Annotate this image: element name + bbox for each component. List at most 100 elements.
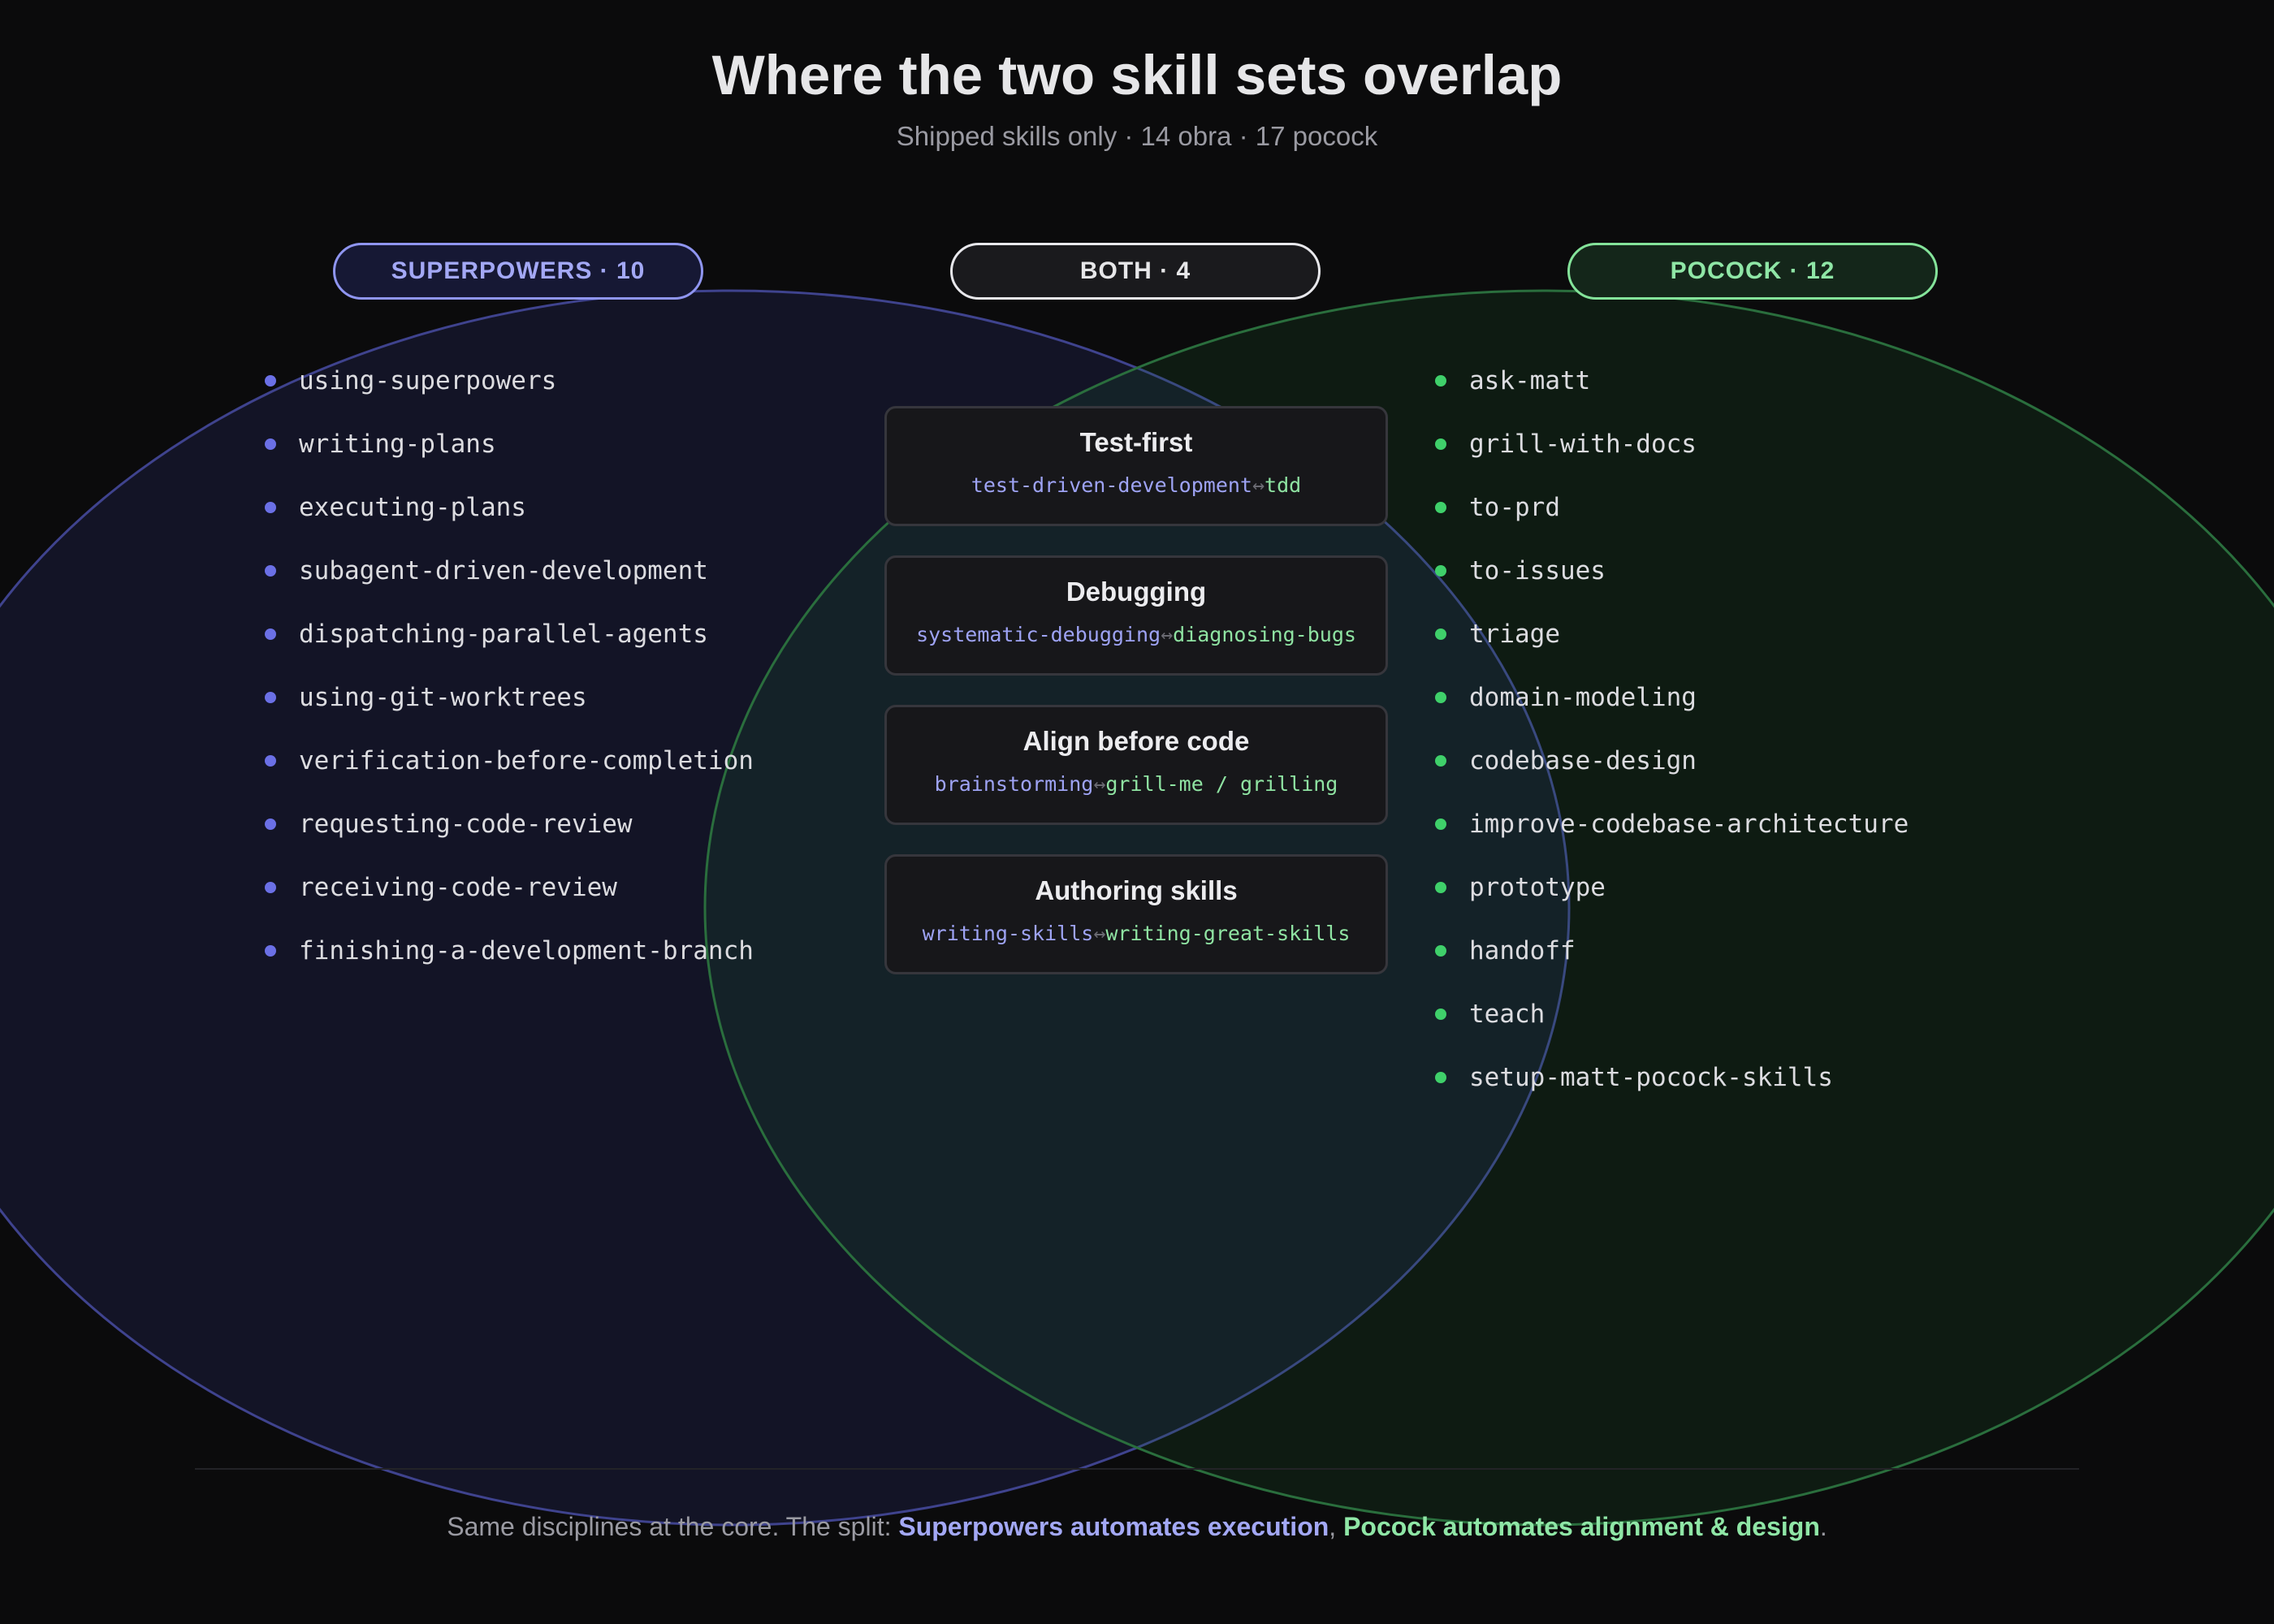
skill-item: teach bbox=[1435, 998, 1545, 1030]
skill-name: to-prd bbox=[1469, 493, 1560, 522]
bullet-icon bbox=[265, 882, 276, 893]
skill-pair: systematic-debugging↔diagnosing-bugs bbox=[887, 621, 1386, 649]
skill-item: domain-modeling bbox=[1435, 681, 1697, 714]
skill-name: subagent-driven-development bbox=[299, 556, 708, 585]
footer-separator: , bbox=[1329, 1512, 1344, 1541]
skill-name: executing-plans bbox=[299, 493, 526, 522]
skill-item: executing-plans bbox=[265, 491, 526, 524]
overlap-card: Align before code brainstorming↔grill-me … bbox=[884, 705, 1388, 825]
skill-name: to-issues bbox=[1469, 556, 1606, 585]
skill-name: codebase-design bbox=[1469, 746, 1697, 775]
overlap-card: Test-first test-driven-development↔tdd bbox=[884, 406, 1388, 526]
skill-item: writing-plans bbox=[265, 428, 496, 460]
bullet-icon bbox=[1435, 818, 1446, 830]
footer-divider bbox=[195, 1468, 2079, 1470]
skill-name: using-superpowers bbox=[299, 366, 557, 395]
skill-item: codebase-design bbox=[1435, 745, 1697, 777]
skill-item: using-git-worktrees bbox=[265, 681, 587, 714]
superpowers-skill-name: brainstorming bbox=[934, 772, 1094, 796]
bullet-icon bbox=[1435, 945, 1446, 957]
skill-name: ask-matt bbox=[1469, 366, 1591, 395]
superpowers-skill-name: test-driven-development bbox=[971, 473, 1252, 497]
skill-name: grill-with-docs bbox=[1469, 430, 1697, 459]
bullet-icon bbox=[265, 755, 276, 767]
bullet-icon bbox=[265, 565, 276, 577]
bullet-icon bbox=[1435, 882, 1446, 893]
superpowers-pill: SUPERPOWERS · 10 bbox=[333, 243, 703, 300]
bullet-icon bbox=[1435, 1009, 1446, 1020]
skill-name: domain-modeling bbox=[1469, 683, 1697, 712]
skill-name: teach bbox=[1469, 1000, 1546, 1029]
skill-name: dispatching-parallel-agents bbox=[299, 620, 708, 649]
skill-name: triage bbox=[1469, 620, 1560, 649]
skill-item: verification-before-completion bbox=[265, 745, 754, 777]
bullet-icon bbox=[265, 375, 276, 387]
skill-item: to-issues bbox=[1435, 555, 1606, 587]
skill-item: setup-matt-pocock-skills bbox=[1435, 1061, 1833, 1094]
skill-pair: test-driven-development↔tdd bbox=[887, 472, 1386, 499]
overlap-card: Authoring skills writing-skills↔writing-g… bbox=[884, 854, 1388, 974]
pocock-skill-name: grill-me / grilling bbox=[1105, 772, 1338, 796]
overlap-card-title: Authoring skills bbox=[1035, 875, 1238, 905]
bullet-icon bbox=[265, 692, 276, 703]
bullet-icon bbox=[1435, 502, 1446, 513]
skill-name: setup-matt-pocock-skills bbox=[1469, 1063, 1833, 1092]
double-arrow-icon: ↔ bbox=[1161, 623, 1174, 646]
bullet-icon bbox=[265, 438, 276, 450]
bullet-icon bbox=[1435, 755, 1446, 767]
bullet-icon bbox=[1435, 438, 1446, 450]
skill-item: handoff bbox=[1435, 935, 1576, 967]
bullet-icon bbox=[1435, 375, 1446, 387]
skill-item: triage bbox=[1435, 618, 1560, 650]
overlap-card-title: Debugging bbox=[1066, 577, 1207, 607]
skill-name: handoff bbox=[1469, 936, 1576, 965]
skill-name: writing-plans bbox=[299, 430, 496, 459]
footer-suffix: . bbox=[1819, 1512, 1827, 1541]
skill-name: receiving-code-review bbox=[299, 873, 617, 902]
pocock-skill-name: tdd bbox=[1265, 473, 1302, 497]
skill-item: requesting-code-review bbox=[265, 808, 633, 840]
superpowers-skill-name: systematic-debugging bbox=[916, 623, 1161, 646]
bullet-icon bbox=[265, 945, 276, 957]
double-arrow-icon: ↔ bbox=[1093, 922, 1106, 945]
footer-superpowers-highlight: Superpowers automates execution bbox=[898, 1512, 1329, 1541]
skill-name: improve-codebase-architecture bbox=[1469, 810, 1909, 839]
pocock-skill-name: writing-great-skills bbox=[1105, 922, 1351, 945]
bullet-icon bbox=[265, 502, 276, 513]
page-title: Where the two skill sets overlap bbox=[711, 44, 1563, 106]
skill-name: finishing-a-development-branch bbox=[299, 936, 754, 965]
bullet-icon bbox=[265, 628, 276, 640]
skill-name: verification-before-completion bbox=[299, 746, 754, 775]
bullet-icon bbox=[1435, 1072, 1446, 1083]
skill-item: improve-codebase-architecture bbox=[1435, 808, 1909, 840]
skill-item: dispatching-parallel-agents bbox=[265, 618, 708, 650]
skill-name: requesting-code-review bbox=[299, 810, 633, 839]
skill-item: using-superpowers bbox=[265, 365, 556, 397]
bullet-icon bbox=[265, 818, 276, 830]
overlap-card: Debugging systematic-debugging↔diagnosing… bbox=[884, 555, 1388, 676]
skill-item: to-prd bbox=[1435, 491, 1560, 524]
pocock-pill: POCOCK · 12 bbox=[1567, 243, 1938, 300]
bullet-icon bbox=[1435, 565, 1446, 577]
pocock-skill-name: diagnosing-bugs bbox=[1173, 623, 1356, 646]
skill-item: finishing-a-development-branch bbox=[265, 935, 754, 967]
skill-pair: brainstorming↔grill-me / grilling bbox=[887, 771, 1386, 798]
skill-name: prototype bbox=[1469, 873, 1606, 902]
double-arrow-icon: ↔ bbox=[1093, 772, 1106, 796]
superpowers-skill-name: writing-skills bbox=[922, 922, 1094, 945]
skill-item: grill-with-docs bbox=[1435, 428, 1697, 460]
bullet-icon bbox=[1435, 692, 1446, 703]
footer-summary: Same disciplines at the core. The split:… bbox=[0, 1509, 2274, 1544]
both-pill: BOTH · 4 bbox=[950, 243, 1321, 300]
skill-item: subagent-driven-development bbox=[265, 555, 708, 587]
overlap-card-title: Test-first bbox=[1079, 427, 1193, 457]
bullet-icon bbox=[1435, 628, 1446, 640]
footer-pocock-highlight: Pocock automates alignment & design bbox=[1343, 1512, 1820, 1541]
skill-item: receiving-code-review bbox=[265, 871, 617, 904]
skill-pair: writing-skills↔writing-great-skills bbox=[887, 920, 1386, 948]
skill-name: using-git-worktrees bbox=[299, 683, 587, 712]
page-subtitle: Shipped skills only · 14 obra · 17 pococ… bbox=[896, 121, 1378, 151]
double-arrow-icon: ↔ bbox=[1252, 473, 1265, 497]
overlap-card-title: Align before code bbox=[1022, 726, 1250, 756]
footer-prefix: Same disciplines at the core. The split: bbox=[447, 1512, 899, 1541]
